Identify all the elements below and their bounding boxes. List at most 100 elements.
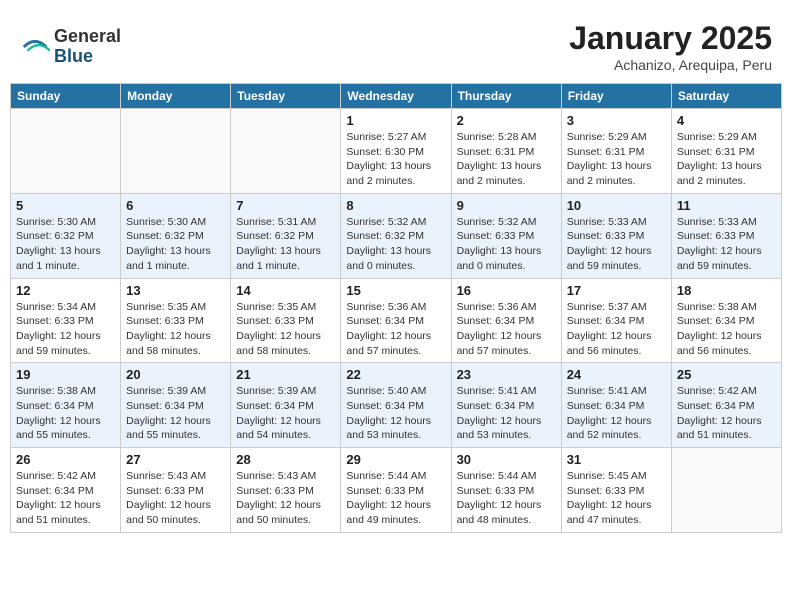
weekday-header: Tuesday [231, 84, 341, 109]
day-number: 3 [567, 113, 666, 128]
day-info: Sunrise: 5:41 AMSunset: 6:34 PMDaylight:… [457, 384, 556, 443]
location-text: Achanizo, Arequipa, Peru [569, 57, 772, 73]
day-info: Sunrise: 5:29 AMSunset: 6:31 PMDaylight:… [677, 130, 776, 189]
day-info: Sunrise: 5:36 AMSunset: 6:34 PMDaylight:… [457, 300, 556, 359]
day-info: Sunrise: 5:30 AMSunset: 6:32 PMDaylight:… [126, 215, 225, 274]
day-info: Sunrise: 5:33 AMSunset: 6:33 PMDaylight:… [677, 215, 776, 274]
day-info: Sunrise: 5:33 AMSunset: 6:33 PMDaylight:… [567, 215, 666, 274]
day-number: 8 [346, 198, 445, 213]
day-info: Sunrise: 5:37 AMSunset: 6:34 PMDaylight:… [567, 300, 666, 359]
day-info: Sunrise: 5:29 AMSunset: 6:31 PMDaylight:… [567, 130, 666, 189]
day-number: 2 [457, 113, 556, 128]
day-number: 31 [567, 452, 666, 467]
weekday-header: Monday [121, 84, 231, 109]
day-number: 4 [677, 113, 776, 128]
weekday-header: Wednesday [341, 84, 451, 109]
weekday-header-row: SundayMondayTuesdayWednesdayThursdayFrid… [11, 84, 782, 109]
calendar-cell: 4 Sunrise: 5:29 AMSunset: 6:31 PMDaylight… [671, 109, 781, 194]
day-number: 25 [677, 367, 776, 382]
month-title: January 2025 [569, 20, 772, 57]
day-info: Sunrise: 5:42 AMSunset: 6:34 PMDaylight:… [677, 384, 776, 443]
day-info: Sunrise: 5:44 AMSunset: 6:33 PMDaylight:… [346, 469, 445, 528]
day-number: 15 [346, 283, 445, 298]
day-info: Sunrise: 5:32 AMSunset: 6:33 PMDaylight:… [457, 215, 556, 274]
day-info: Sunrise: 5:39 AMSunset: 6:34 PMDaylight:… [236, 384, 335, 443]
calendar-cell: 7 Sunrise: 5:31 AMSunset: 6:32 PMDaylight… [231, 193, 341, 278]
day-info: Sunrise: 5:44 AMSunset: 6:33 PMDaylight:… [457, 469, 556, 528]
day-number: 12 [16, 283, 115, 298]
day-number: 29 [346, 452, 445, 467]
calendar-cell: 19 Sunrise: 5:38 AMSunset: 6:34 PMDayligh… [11, 363, 121, 448]
day-number: 5 [16, 198, 115, 213]
day-info: Sunrise: 5:34 AMSunset: 6:33 PMDaylight:… [16, 300, 115, 359]
day-info: Sunrise: 5:40 AMSunset: 6:34 PMDaylight:… [346, 384, 445, 443]
calendar-cell: 14 Sunrise: 5:35 AMSunset: 6:33 PMDayligh… [231, 278, 341, 363]
calendar-cell [121, 109, 231, 194]
calendar-cell: 24 Sunrise: 5:41 AMSunset: 6:34 PMDayligh… [561, 363, 671, 448]
calendar-body: 1 Sunrise: 5:27 AMSunset: 6:30 PMDaylight… [11, 109, 782, 533]
calendar-cell: 27Sunrise: 5:43 AMSunset: 6:33 PMDayligh… [121, 448, 231, 533]
calendar-cell: 29 Sunrise: 5:44 AMSunset: 6:33 PMDayligh… [341, 448, 451, 533]
calendar-table: SundayMondayTuesdayWednesdayThursdayFrid… [10, 83, 782, 533]
calendar-cell: 8 Sunrise: 5:32 AMSunset: 6:32 PMDaylight… [341, 193, 451, 278]
day-info: Sunrise: 5:38 AMSunset: 6:34 PMDaylight:… [677, 300, 776, 359]
day-number: 7 [236, 198, 335, 213]
calendar-cell: 21 Sunrise: 5:39 AMSunset: 6:34 PMDayligh… [231, 363, 341, 448]
calendar-week-row: 26Sunrise: 5:42 AMSunset: 6:34 PMDayligh… [11, 448, 782, 533]
calendar-cell: 16 Sunrise: 5:36 AMSunset: 6:34 PMDayligh… [451, 278, 561, 363]
calendar-cell: 31 Sunrise: 5:45 AMSunset: 6:33 PMDayligh… [561, 448, 671, 533]
day-info: Sunrise: 5:43 AMSunset: 6:33 PMDaylight:… [236, 469, 335, 528]
calendar-cell: 28 Sunrise: 5:43 AMSunset: 6:33 PMDayligh… [231, 448, 341, 533]
day-info: Sunrise: 5:30 AMSunset: 6:32 PMDaylight:… [16, 215, 115, 274]
calendar-cell: 13Sunrise: 5:35 AMSunset: 6:33 PMDayligh… [121, 278, 231, 363]
calendar-cell: 26Sunrise: 5:42 AMSunset: 6:34 PMDayligh… [11, 448, 121, 533]
calendar-cell [11, 109, 121, 194]
day-info: Sunrise: 5:38 AMSunset: 6:34 PMDaylight:… [16, 384, 115, 443]
calendar-header: SundayMondayTuesdayWednesdayThursdayFrid… [11, 84, 782, 109]
day-number: 10 [567, 198, 666, 213]
day-number: 21 [236, 367, 335, 382]
day-number: 14 [236, 283, 335, 298]
logo-icon [20, 32, 50, 62]
day-number: 11 [677, 198, 776, 213]
calendar-cell: 5 Sunrise: 5:30 AMSunset: 6:32 PMDaylight… [11, 193, 121, 278]
day-number: 22 [346, 367, 445, 382]
day-number: 19 [16, 367, 115, 382]
day-info: Sunrise: 5:41 AMSunset: 6:34 PMDaylight:… [567, 384, 666, 443]
day-info: Sunrise: 5:45 AMSunset: 6:33 PMDaylight:… [567, 469, 666, 528]
day-info: Sunrise: 5:27 AMSunset: 6:30 PMDaylight:… [346, 130, 445, 189]
calendar-cell: 2Sunrise: 5:28 AMSunset: 6:31 PMDaylight… [451, 109, 561, 194]
day-number: 23 [457, 367, 556, 382]
calendar-cell: 25 Sunrise: 5:42 AMSunset: 6:34 PMDayligh… [671, 363, 781, 448]
calendar-cell: 30 Sunrise: 5:44 AMSunset: 6:33 PMDayligh… [451, 448, 561, 533]
day-info: Sunrise: 5:43 AMSunset: 6:33 PMDaylight:… [126, 469, 225, 528]
day-info: Sunrise: 5:35 AMSunset: 6:33 PMDaylight:… [236, 300, 335, 359]
calendar-cell: 10 Sunrise: 5:33 AMSunset: 6:33 PMDayligh… [561, 193, 671, 278]
day-number: 26 [16, 452, 115, 467]
calendar-cell: 6Sunrise: 5:30 AMSunset: 6:32 PMDaylight… [121, 193, 231, 278]
day-number: 18 [677, 283, 776, 298]
day-number: 16 [457, 283, 556, 298]
day-info: Sunrise: 5:32 AMSunset: 6:32 PMDaylight:… [346, 215, 445, 274]
day-number: 20 [126, 367, 225, 382]
day-number: 1 [346, 113, 445, 128]
calendar-week-row: 12 Sunrise: 5:34 AMSunset: 6:33 PMDayligh… [11, 278, 782, 363]
logo-general-text: General [54, 27, 121, 47]
weekday-header: Saturday [671, 84, 781, 109]
calendar-cell: 22 Sunrise: 5:40 AMSunset: 6:34 PMDayligh… [341, 363, 451, 448]
calendar-cell: 1 Sunrise: 5:27 AMSunset: 6:30 PMDaylight… [341, 109, 451, 194]
day-info: Sunrise: 5:31 AMSunset: 6:32 PMDaylight:… [236, 215, 335, 274]
day-number: 13 [126, 283, 225, 298]
day-number: 30 [457, 452, 556, 467]
calendar-cell: 15Sunrise: 5:36 AMSunset: 6:34 PMDayligh… [341, 278, 451, 363]
day-number: 24 [567, 367, 666, 382]
calendar-cell: 3 Sunrise: 5:29 AMSunset: 6:31 PMDaylight… [561, 109, 671, 194]
title-area: January 2025 Achanizo, Arequipa, Peru [569, 20, 772, 73]
logo: General Blue [20, 27, 121, 67]
calendar-cell: 12 Sunrise: 5:34 AMSunset: 6:33 PMDayligh… [11, 278, 121, 363]
weekday-header: Thursday [451, 84, 561, 109]
day-info: Sunrise: 5:39 AMSunset: 6:34 PMDaylight:… [126, 384, 225, 443]
day-number: 28 [236, 452, 335, 467]
calendar-cell: 20 Sunrise: 5:39 AMSunset: 6:34 PMDayligh… [121, 363, 231, 448]
day-number: 17 [567, 283, 666, 298]
